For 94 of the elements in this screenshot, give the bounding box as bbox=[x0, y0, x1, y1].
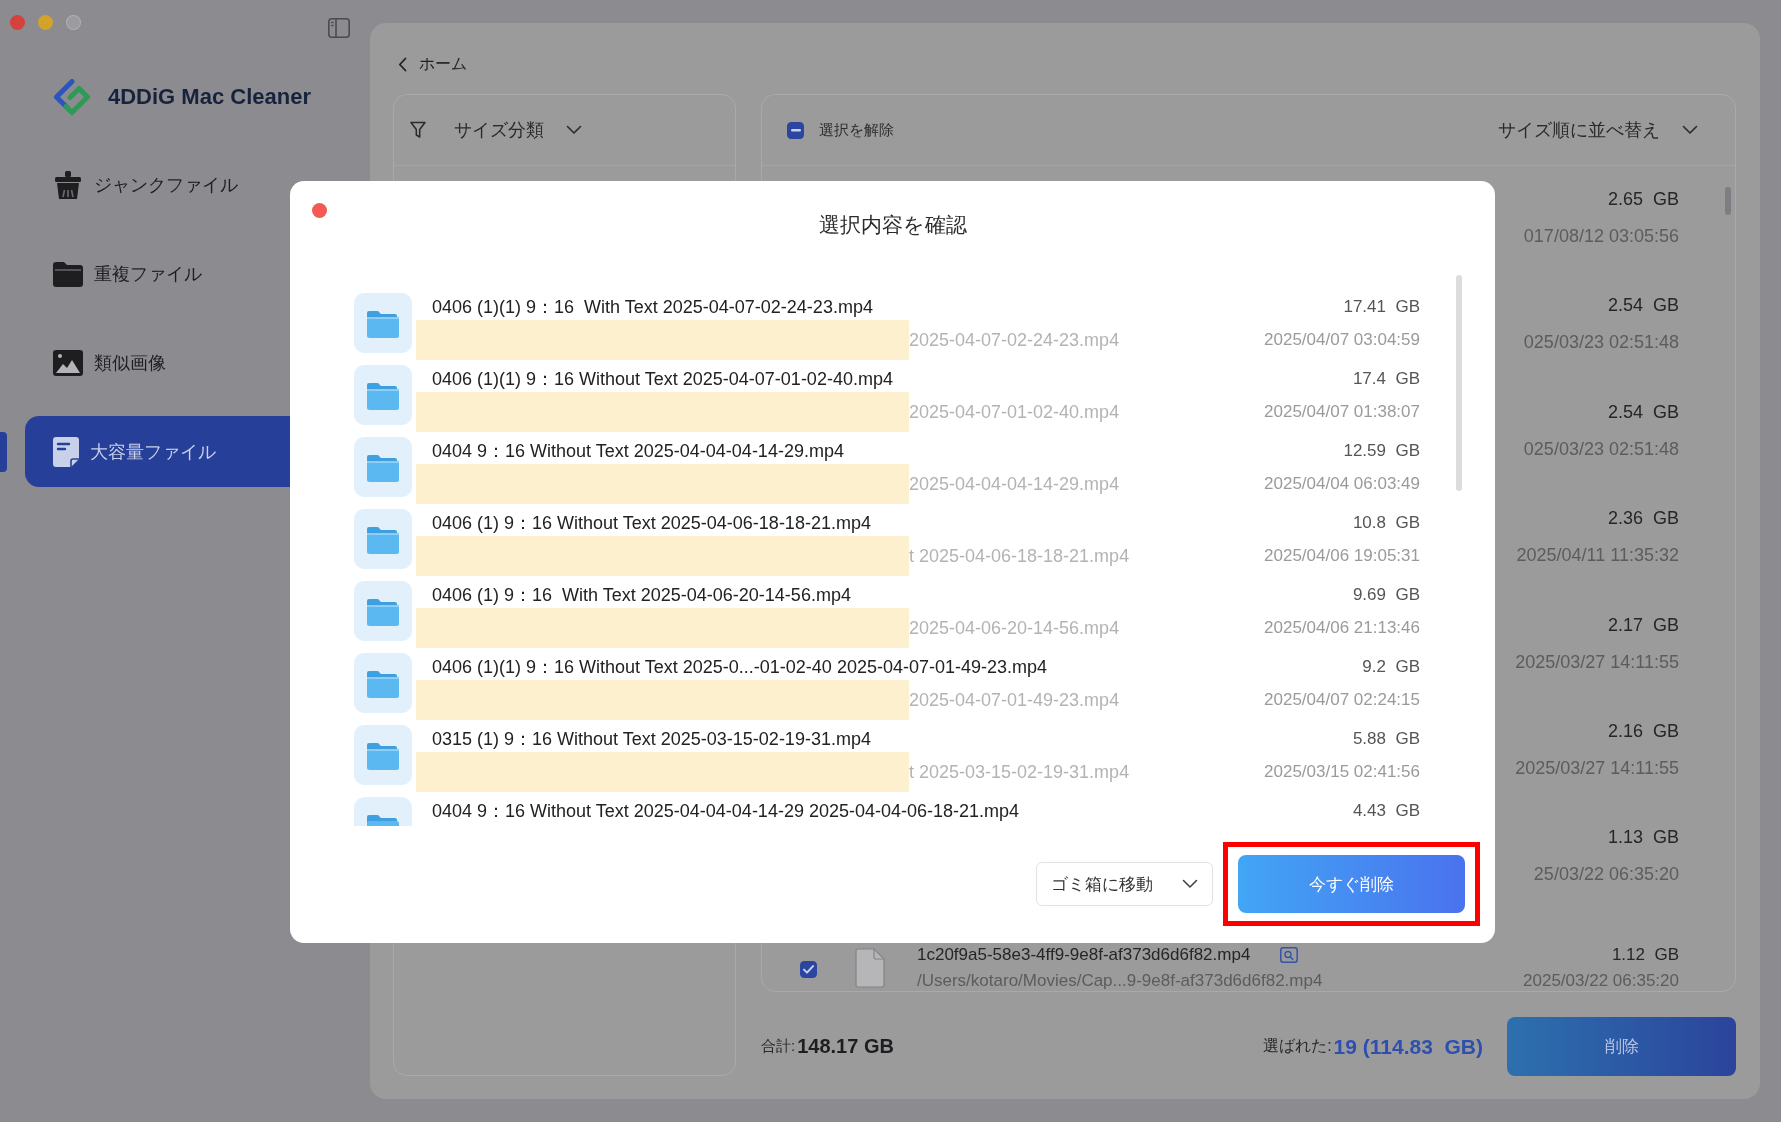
file-size: 1.12 GB bbox=[1611, 944, 1679, 965]
delete-now-button[interactable]: 今すぐ削除 bbox=[1238, 855, 1465, 913]
selected-count: 19 (114.83 GB) bbox=[1333, 1034, 1483, 1059]
folder-icon bbox=[354, 293, 412, 353]
deselect-all-label[interactable]: 選択を解除 bbox=[819, 120, 894, 140]
file-name: 0404 9：16 Without Text 2025-04-04-04-14-29 2025-04-04-06-18-21.mp4 bbox=[431, 799, 1020, 823]
file-size: 2.65 GB bbox=[1607, 188, 1679, 210]
file-size: 9.69 GB bbox=[1352, 584, 1420, 605]
file-path: 2025-04-07-02-24-23.mp4 bbox=[909, 329, 1120, 351]
file-name: 1c20f9a5-58e3-4ff9-9e8f-af373d6d6f82.mp4 bbox=[917, 944, 1251, 965]
file-path: 2025-04-04-04-14-29.mp4 bbox=[909, 473, 1120, 495]
window-minimize-icon[interactable] bbox=[38, 15, 53, 30]
file-size: 5.88 GB bbox=[1352, 728, 1420, 749]
folder-icon bbox=[354, 581, 412, 641]
file-name: 0406 (1)(1) 9：16 Without Text 2025-0...-01-02-40 2025-04-07-01-49-23.mp4 bbox=[431, 655, 1048, 679]
file-path: t 2025-03-15-02-19-31.mp4 bbox=[909, 761, 1130, 783]
file-size: 2.54 GB bbox=[1607, 294, 1679, 317]
checkmark-icon bbox=[803, 965, 814, 975]
file-name: 0315 (1) 9：16 Without Text 2025-03-15-02-19-31.mp4 bbox=[431, 727, 871, 751]
file-name: 0406 (1)(1) 9：16 Without Text 2025-04-07-01-02-40.mp4 bbox=[431, 367, 893, 391]
chevron-down-icon bbox=[566, 125, 582, 135]
close-icon[interactable] bbox=[312, 203, 327, 218]
folder-icon bbox=[354, 437, 412, 497]
magnifier-icon[interactable] bbox=[1280, 946, 1299, 963]
chevron-left-icon bbox=[398, 57, 407, 72]
file-date: 2025/04/06 19:05:31 bbox=[1264, 546, 1420, 566]
file-name: 0406 (1) 9：16 With Text 2025-04-06-20-14-56.mp4 bbox=[431, 583, 851, 607]
folder-icon bbox=[354, 509, 412, 569]
delete-button[interactable]: 削除 bbox=[1507, 1017, 1736, 1076]
file-name: 0404 9：16 Without Text 2025-04-04-04-14-29.mp4 bbox=[431, 439, 844, 463]
sort-dropdown[interactable]: サイズ順に並べ替え bbox=[1498, 118, 1698, 142]
file-date: 2025/04/07 01:38:07 bbox=[1264, 402, 1420, 422]
file-size: 2.54 GB bbox=[1607, 400, 1679, 423]
file-date: 2025/04/04 06:03:49 bbox=[1264, 474, 1420, 494]
chevron-down-icon bbox=[1182, 879, 1198, 889]
file-date: 2025/03/15 02:41:56 bbox=[1264, 762, 1420, 782]
file-date: 2025/03/22 06:35:20 bbox=[1523, 970, 1679, 991]
dialog-title: 選択内容を確認 bbox=[818, 212, 967, 238]
window-close-icon[interactable] bbox=[10, 15, 25, 30]
file-size: 2.36 GB bbox=[1607, 507, 1679, 530]
selection-indicator bbox=[0, 431, 7, 472]
sidebar-item[interactable]: ジャンクファイル bbox=[25, 149, 350, 220]
logo-icon bbox=[53, 78, 91, 116]
file-path: /Users/kotaro/Movies/Cap...9-9e8f-af373d6d6f82.mp4 bbox=[917, 970, 1323, 991]
file-size: 2.17 GB bbox=[1607, 613, 1679, 636]
file-path: 2025-04-07-01-02-40.mp4 bbox=[909, 401, 1120, 423]
file-date: 2025/04/07 02:24:15 bbox=[1264, 690, 1420, 710]
minus-icon bbox=[790, 128, 801, 132]
folder-icon bbox=[354, 365, 412, 425]
total-size: 148.17 GB bbox=[797, 1035, 894, 1058]
file-date: 2025/04/11 11:35:32 bbox=[1516, 544, 1679, 567]
file-size: 17.41 GB bbox=[1343, 296, 1420, 317]
file-date: 2025/03/27 14:11:55 bbox=[1515, 650, 1679, 673]
app-name: 4DDiG Mac Cleaner bbox=[108, 84, 311, 110]
chevron-down-icon bbox=[1682, 125, 1698, 135]
file-size: 10.8 GB bbox=[1352, 512, 1420, 533]
file-date: 2025/04/06 21:13:46 bbox=[1264, 618, 1420, 638]
file-size: 17.4 GB bbox=[1352, 368, 1420, 389]
file-date: 2025/04/07 03:04:59 bbox=[1264, 330, 1420, 350]
folder-icon bbox=[354, 725, 412, 785]
file-size: 12.59 GB bbox=[1343, 440, 1420, 461]
move-option-dropdown[interactable]: ゴミ箱に移動 bbox=[1036, 862, 1213, 906]
checkbox[interactable] bbox=[787, 121, 804, 139]
back-link[interactable]: ホーム bbox=[398, 54, 467, 75]
scrollbar-thumb[interactable] bbox=[1456, 275, 1462, 491]
picture-icon bbox=[53, 349, 83, 376]
file-name: 0406 (1)(1) 9：16 With Text 2025-04-07-02-24-23.mp4 bbox=[431, 295, 873, 319]
scrollbar-thumb[interactable] bbox=[1725, 187, 1731, 215]
folder-icon bbox=[354, 797, 412, 826]
file-date: 017/08/12 03:05:56 bbox=[1523, 225, 1679, 247]
filter-dropdown[interactable]: サイズ分類 bbox=[410, 118, 582, 142]
file-size: 1.13 GB bbox=[1607, 826, 1679, 849]
file-date: 25/03/22 06:35:20 bbox=[1533, 863, 1679, 886]
file-date: 025/03/23 02:51:48 bbox=[1523, 437, 1679, 460]
file-path: 2025-04-07-01-49-23.mp4 bbox=[909, 689, 1120, 711]
document-icon bbox=[53, 436, 79, 467]
file-size: 9.2 GB bbox=[1362, 656, 1420, 677]
file-path: 2025-04-06-20-14-56.mp4 bbox=[909, 617, 1120, 639]
file-name: 0406 (1) 9：16 Without Text 2025-04-06-18-18-21.mp4 bbox=[431, 511, 871, 535]
filter-icon bbox=[410, 121, 426, 139]
folder-icon bbox=[53, 260, 83, 287]
file-date: 025/03/23 02:51:48 bbox=[1523, 331, 1679, 354]
folder-icon bbox=[354, 653, 412, 713]
total-label: 合計: bbox=[761, 1037, 796, 1056]
file-date: 2025/03/27 14:11:55 bbox=[1515, 756, 1679, 779]
sidebar-item[interactable]: 重複ファイル bbox=[25, 238, 350, 309]
file-path: t 2025-04-06-18-18-21.mp4 bbox=[909, 545, 1130, 567]
file-size: 2.16 GB bbox=[1607, 719, 1679, 742]
sidebar-toggle-icon[interactable] bbox=[328, 18, 350, 38]
brush-icon bbox=[53, 170, 83, 199]
selected-label: 選ばれた: bbox=[1263, 1036, 1332, 1056]
document-icon bbox=[855, 947, 885, 988]
checkbox[interactable] bbox=[800, 961, 817, 979]
file-size: 4.43 GB bbox=[1352, 800, 1420, 821]
